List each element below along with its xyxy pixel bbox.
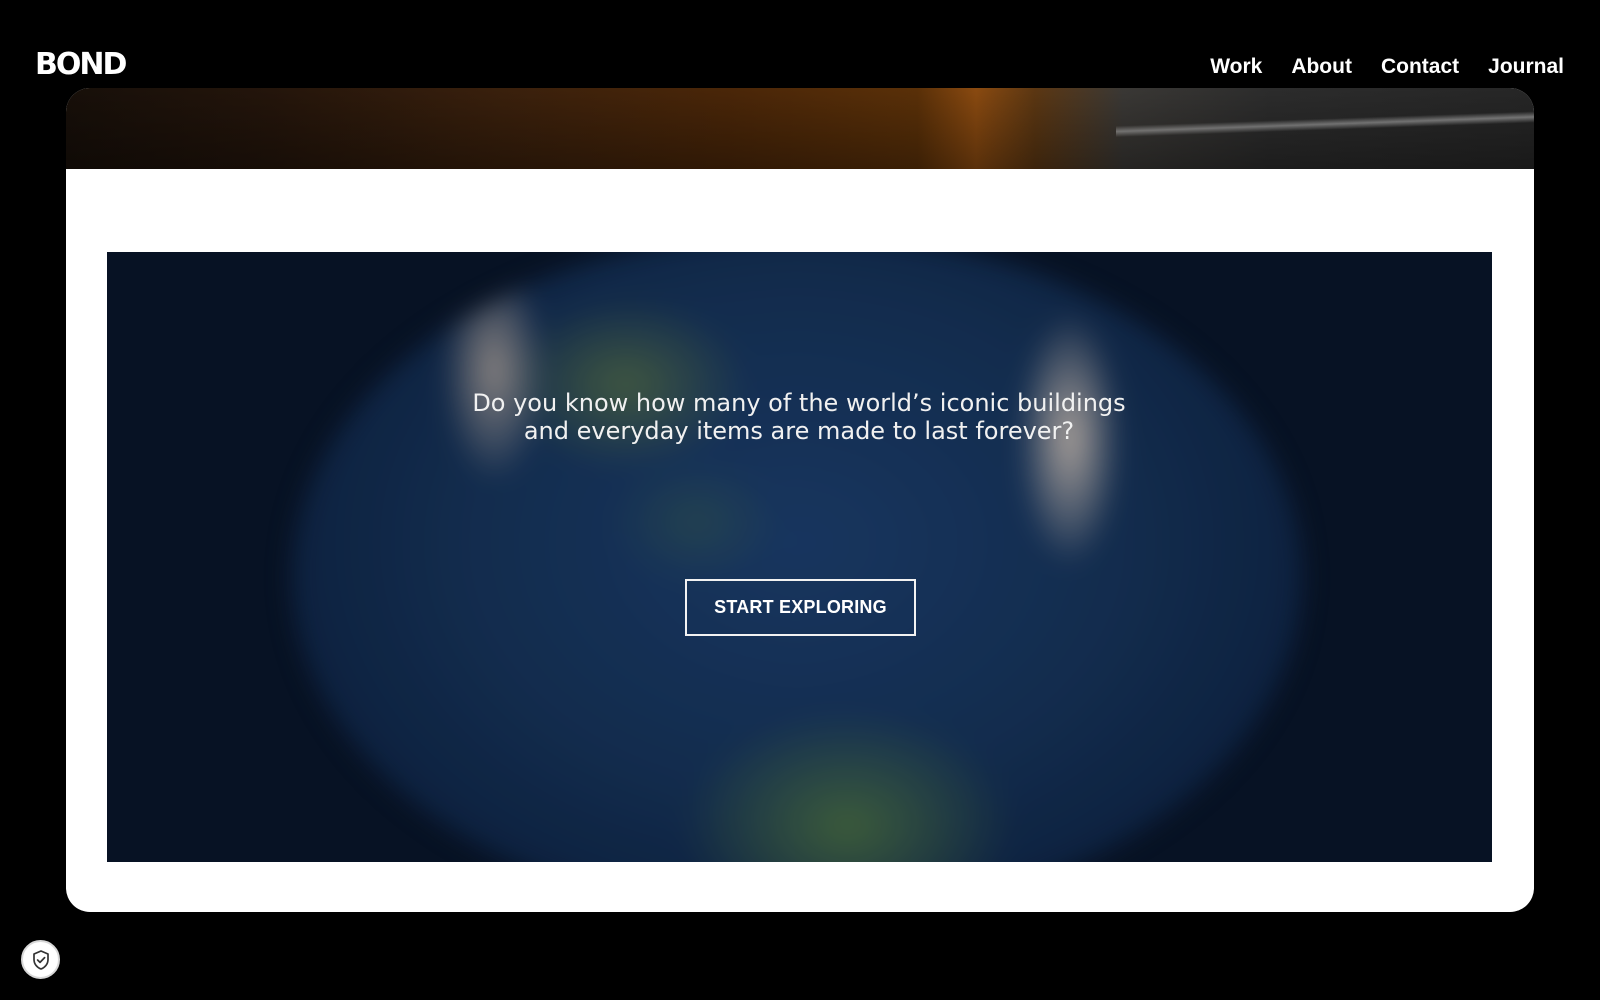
nav-work[interactable]: Work — [1210, 52, 1262, 82]
shield-check-icon[interactable] — [21, 940, 60, 979]
start-exploring-button[interactable]: START EXPLORING — [685, 579, 916, 636]
content-card: Do you know how many of the world’s icon… — [66, 88, 1534, 912]
hero-video: Do you know how many of the world’s icon… — [107, 252, 1492, 862]
bond-logo[interactable]: BOND — [35, 50, 127, 80]
nav-contact[interactable]: Contact — [1381, 52, 1459, 82]
main-nav: Work About Contact Journal — [1210, 52, 1564, 82]
page: BOND Work About Contact Journal Do you k… — [0, 0, 1600, 1000]
nav-about[interactable]: About — [1291, 52, 1352, 82]
nav-journal[interactable]: Journal — [1488, 52, 1564, 82]
hero-headline: Do you know how many of the world’s icon… — [472, 389, 1126, 445]
banner-image — [66, 88, 1534, 169]
